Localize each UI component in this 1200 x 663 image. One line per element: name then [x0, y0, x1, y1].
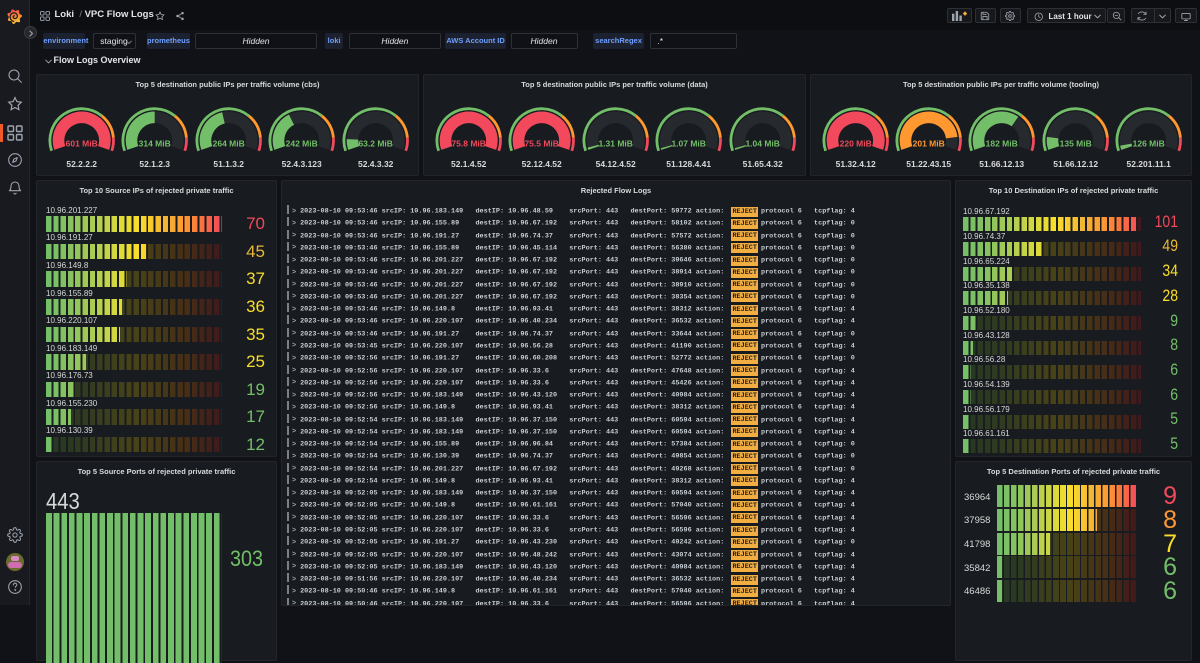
- svg-text:220 MiB: 220 MiB: [840, 139, 872, 149]
- svg-text:54.12.4.52: 54.12.4.52: [595, 159, 635, 169]
- svg-text:201 MiB: 201 MiB: [913, 139, 945, 149]
- svg-text:75.5 MiB: 75.5 MiB: [525, 139, 559, 149]
- svg-text:264 MiB: 264 MiB: [212, 139, 244, 149]
- svg-text:601 MiB: 601 MiB: [66, 139, 98, 149]
- svg-text:52.4.3.32: 52.4.3.32: [358, 159, 394, 169]
- svg-text:182 MiB: 182 MiB: [986, 139, 1018, 149]
- svg-text:52.4.3.123: 52.4.3.123: [282, 159, 322, 169]
- svg-text:75.8 MiB: 75.8 MiB: [451, 139, 485, 149]
- svg-text:51.22.43.15: 51.22.43.15: [906, 159, 951, 169]
- svg-text:314 MiB: 314 MiB: [139, 139, 171, 149]
- svg-text:242 MiB: 242 MiB: [286, 139, 318, 149]
- svg-text:51.32.4.12: 51.32.4.12: [836, 159, 876, 169]
- svg-text:1.31 MiB: 1.31 MiB: [598, 139, 632, 149]
- svg-text:52.201.11.1: 52.201.11.1: [1126, 159, 1171, 169]
- svg-text:126 MiB: 126 MiB: [1132, 139, 1164, 149]
- svg-text:51.1.3.2: 51.1.3.2: [213, 159, 244, 169]
- svg-text:51.65.4.32: 51.65.4.32: [742, 159, 782, 169]
- svg-text:51.66.12.12: 51.66.12.12: [1053, 159, 1098, 169]
- svg-text:135 MiB: 135 MiB: [1059, 139, 1091, 149]
- svg-text:51.66.12.13: 51.66.12.13: [980, 159, 1025, 169]
- svg-text:51.128.4.41: 51.128.4.41: [666, 159, 711, 169]
- svg-text:52.2.2.2: 52.2.2.2: [66, 159, 97, 169]
- svg-text:1.07 MiB: 1.07 MiB: [672, 139, 706, 149]
- svg-text:52.12.4.52: 52.12.4.52: [522, 159, 562, 169]
- svg-text:52.1.2.3: 52.1.2.3: [140, 159, 171, 169]
- svg-text:52.1.4.52: 52.1.4.52: [451, 159, 487, 169]
- svg-text:1.04 MiB: 1.04 MiB: [745, 139, 779, 149]
- svg-text:63.2 MiB: 63.2 MiB: [358, 139, 392, 149]
